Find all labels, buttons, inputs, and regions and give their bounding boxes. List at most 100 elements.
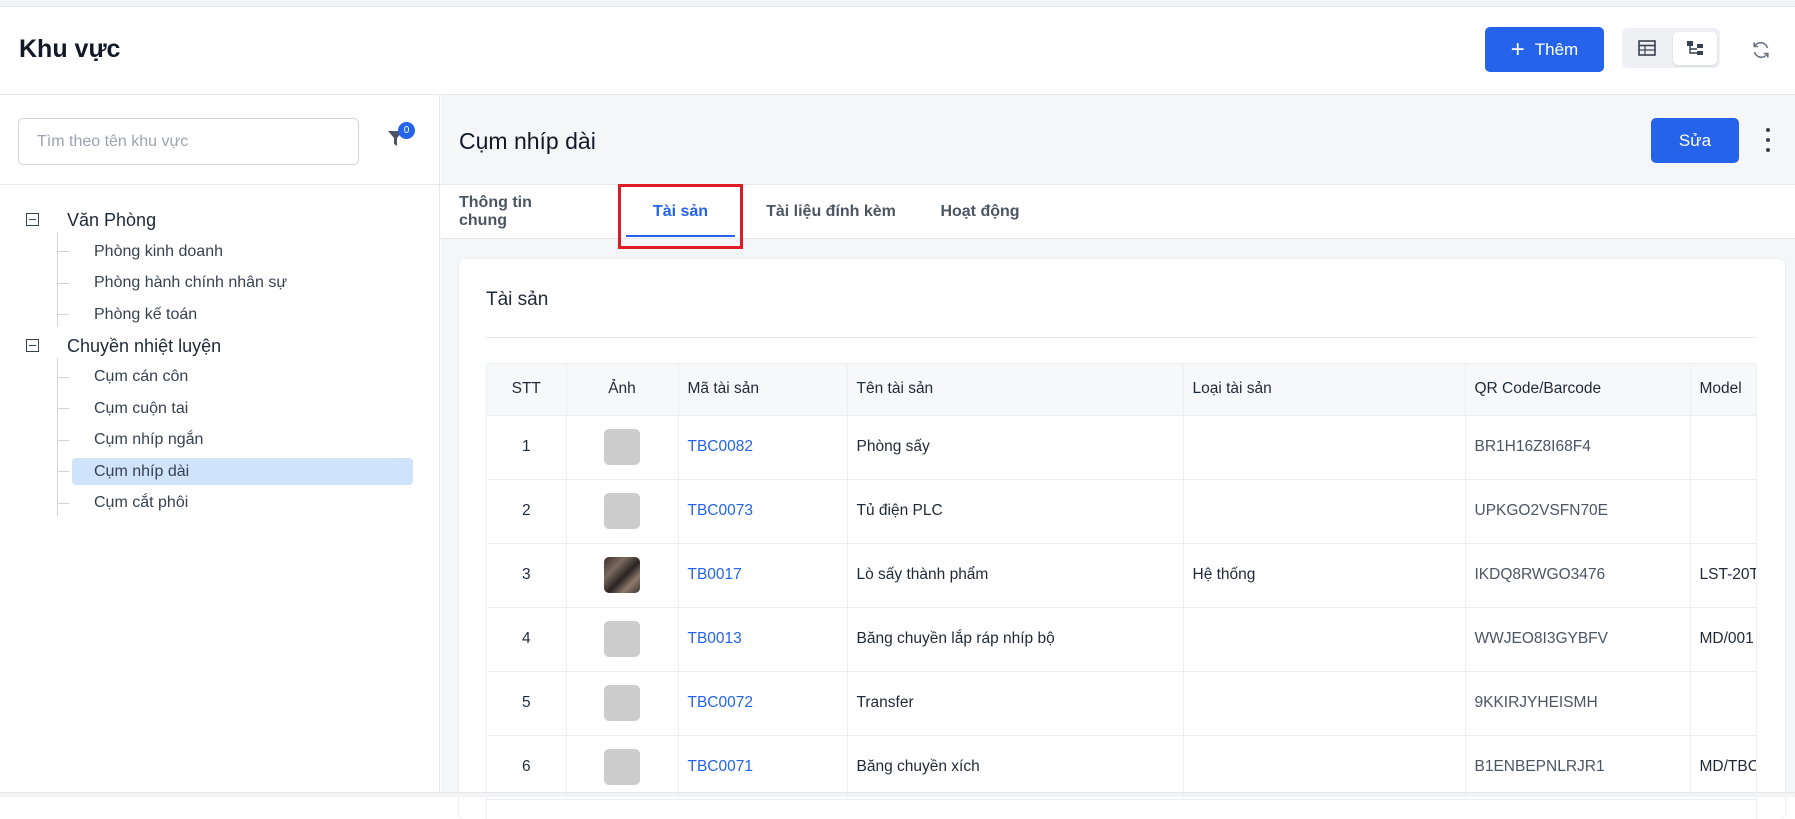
tab-activity[interactable]: Hoạt động <box>928 185 1032 239</box>
column-header-image[interactable]: Ảnh <box>566 364 679 416</box>
cell-code-link[interactable]: TBC0082 <box>678 415 848 480</box>
tree-node-phong-kinh-doanh[interactable]: Phòng kinh doanh <box>0 236 440 268</box>
detail-panel: Cụm nhíp dài Sửa Thông tin chung Tài sản… <box>441 95 1795 819</box>
tree-node-cum-nhip-ngan[interactable]: Cụm nhíp ngắn <box>0 425 440 457</box>
cell-name: Băng chuyền xích <box>847 735 1184 800</box>
asset-thumbnail[interactable] <box>604 557 640 593</box>
table-view-button[interactable] <box>1625 32 1670 65</box>
tree-node-label: Cụm cán côn <box>94 368 189 386</box>
asset-thumbnail[interactable] <box>604 749 640 785</box>
detail-title: Cụm nhíp dài <box>459 128 596 154</box>
cell-model: LST-20T <box>1690 543 1756 608</box>
cell-model <box>1690 479 1756 544</box>
sidebar-search-bar: 0 <box>0 95 440 185</box>
more-vertical-icon[interactable] <box>1761 125 1775 155</box>
edit-button[interactable]: Sửa <box>1651 118 1739 163</box>
cell-qr: B1ENBEPNLRJR1 <box>1465 735 1691 800</box>
tree-children: Cụm cán côn Cụm cuộn tai Cụm nhíp ngắn C… <box>0 357 440 520</box>
asset-thumbnail[interactable] <box>604 621 640 657</box>
tree-connector <box>57 439 69 441</box>
tree-node-label: Cụm cắt phôi <box>94 494 189 512</box>
cell-code-link[interactable]: TBC0073 <box>678 479 848 544</box>
tree-node-phong-ke-toan[interactable]: Phòng kế toán <box>0 299 440 331</box>
tree-connector <box>57 314 69 315</box>
filter-button[interactable]: 0 <box>384 122 415 152</box>
table-row[interactable]: 2 TBC0073 Tủ điện PLC UPKGO2VSFN70E <box>487 479 1756 544</box>
cell-qr: BR1H16Z8I68F4 <box>1465 415 1691 480</box>
cell-code-link[interactable]: TB0017 <box>678 543 848 608</box>
cell-image <box>566 479 679 544</box>
cell-name: Lò sấy thành phẩm <box>847 543 1184 608</box>
cell-code-link[interactable]: TBC0072 <box>678 671 848 736</box>
refresh-button[interactable] <box>1748 37 1774 63</box>
asset-thumbnail[interactable] <box>604 429 640 465</box>
cell-type <box>1183 479 1466 544</box>
tab-attachments[interactable]: Tài liệu đính kèm <box>756 185 906 239</box>
column-header-type[interactable]: Loại tài sản <box>1183 364 1466 416</box>
column-header-stt[interactable]: STT <box>487 364 567 416</box>
cell-image <box>566 543 679 608</box>
collapse-icon[interactable] <box>26 338 39 352</box>
cell-name: Tủ điện PLC <box>847 479 1184 544</box>
cell-name: Băng chuyền lắp ráp nhíp bộ <box>847 607 1184 672</box>
tree-node-cum-cuon-tai[interactable]: Cụm cuộn tai <box>0 393 440 425</box>
cell-name: Phòng sấy <box>847 415 1184 480</box>
tree-node-chuyen-nhiet-luyen[interactable]: Chuyền nhiệt luyện <box>0 331 440 362</box>
column-header-code[interactable]: Mã tài sản <box>678 364 848 416</box>
search-input[interactable] <box>18 118 359 165</box>
table-row[interactable]: 3 TB0017 Lò sấy thành phẩm Hệ thống IKDQ… <box>487 543 1756 608</box>
cell-code-link[interactable]: TBC0071 <box>678 735 848 800</box>
cell-stt: 3 <box>487 543 567 608</box>
tree-group-chuyen-nhiet-luyen: Chuyền nhiệt luyện Cụm cán côn Cụm cuộn … <box>0 331 440 520</box>
bottom-border <box>0 792 1795 797</box>
cell-type <box>1183 415 1466 480</box>
tree-node-label: Cụm nhíp dài <box>94 462 190 480</box>
cell-type <box>1183 671 1466 736</box>
top-border <box>0 0 1795 7</box>
tree-node-cum-nhip-dai[interactable]: Cụm nhíp dài <box>0 456 440 488</box>
tab-assets[interactable]: Tài sản <box>618 185 743 239</box>
asset-thumbnail[interactable] <box>604 493 640 529</box>
detail-header: Cụm nhíp dài Sửa <box>441 95 1795 185</box>
cell-qr: WWJEO8I3GYBFV <box>1465 607 1691 672</box>
tree-node-label: Văn Phòng <box>67 210 157 230</box>
cell-image <box>566 607 679 672</box>
tree-node-van-phong[interactable]: Văn Phòng <box>0 205 440 236</box>
cell-stt: 4 <box>487 607 567 672</box>
cell-qr: IKDQ8RWGO3476 <box>1465 543 1691 608</box>
assets-card-title: Tài sản <box>486 289 549 310</box>
table-row[interactable]: 1 TBC0082 Phòng sấy BR1H16Z8I68F4 <box>487 415 1756 480</box>
add-button-label: Thêm <box>1534 39 1579 59</box>
tree-node-cum-can-con[interactable]: Cụm cán côn <box>0 362 440 394</box>
assets-table-wrapper: STT Ảnh Mã tài sản Tên tài sản Loại tài … <box>486 363 1757 819</box>
table-row[interactable]: 4 TB0013 Băng chuyền lắp ráp nhíp bộ WWJ… <box>487 607 1756 672</box>
cell-name: Transfer <box>847 671 1184 736</box>
assets-table: STT Ảnh Mã tài sản Tên tài sản Loại tài … <box>487 364 1756 800</box>
cell-stt: 6 <box>487 735 567 800</box>
tab-general-info[interactable]: Thông tin chung <box>459 185 583 239</box>
tree-node-label: Chuyền nhiệt luyện <box>67 335 222 356</box>
tree-node-label: Cụm cuộn tai <box>94 399 189 417</box>
add-button[interactable]: + Thêm <box>1485 27 1604 72</box>
tree-node-phong-hanh-chinh[interactable]: Phòng hành chính nhân sự <box>0 268 440 300</box>
column-header-name[interactable]: Tên tài sản <box>847 364 1184 416</box>
table-row[interactable]: 6 TBC0071 Băng chuyền xích B1ENBEPNLRJR1… <box>487 735 1756 800</box>
cell-image <box>566 735 679 800</box>
asset-thumbnail[interactable] <box>604 685 640 721</box>
tree-connector <box>57 408 69 409</box>
cell-model <box>1690 415 1756 480</box>
divider <box>486 337 1757 338</box>
collapse-icon[interactable] <box>26 213 39 226</box>
tree-node-cum-cat-phoi[interactable]: Cụm cắt phôi <box>0 488 440 520</box>
refresh-icon <box>1753 42 1769 58</box>
tree-view-button[interactable] <box>1672 31 1717 65</box>
column-header-model[interactable]: Model <box>1690 364 1756 416</box>
column-header-qr[interactable]: QR Code/Barcode <box>1465 364 1691 416</box>
cell-stt: 1 <box>487 415 567 480</box>
cell-code-link[interactable]: TB0013 <box>678 607 848 672</box>
page-header: Khu vực + Thêm <box>0 7 1795 95</box>
cell-image <box>566 671 679 736</box>
table-view-icon <box>1638 40 1657 56</box>
tree-view-icon <box>1686 41 1703 55</box>
table-row[interactable]: 5 TBC0072 Transfer 9KKIRJYHEISMH <box>487 671 1756 736</box>
